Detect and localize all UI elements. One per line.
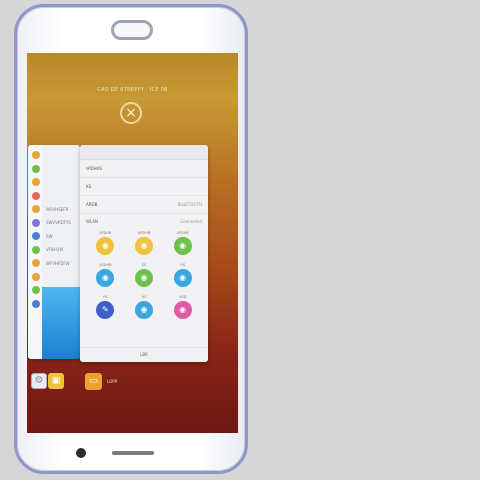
app-dot-icon [32,164,40,173]
app-dot-icon [32,178,40,186]
close-all-icon[interactable]: × [120,102,142,124]
blue-panel [42,287,80,359]
back-card-row: SWVVKDFYS [32,218,71,227]
quick-toggle-tile[interactable]: APDHB ◉ [86,231,125,255]
card-footer[interactable]: LBR [80,347,208,362]
app-dot-icon [32,151,40,159]
app-dot-icon [32,245,40,254]
back-card-row-label: VFW-UW [46,247,64,252]
back-card-row: VFW-UW [32,245,64,254]
app-dot-icon [32,299,40,308]
back-card-row-label: SWVVKDFYS [46,220,71,225]
settings-row-label: sPDHAS [86,166,102,171]
notes-app-icon: ▭ [85,373,102,390]
quick-toggle-label: HS [102,295,108,299]
quick-toggle-label: HS [141,295,147,299]
back-card-row [32,272,46,281]
rotation-icon: ◉ [173,301,192,319]
quick-toggle-label: HS [180,263,186,267]
quick-toggle-grid: APDHB ◉ APDHB ◉ APDHB ◉ ASDHB ◉ KS ◉ HS ◉ HS ✎ HS ◉ ASD ◉ [80,227,208,319]
back-card-row-label: RW [46,233,53,239]
wifi-icon: ◉ [96,237,115,255]
quick-toggle-label: APDHB [176,231,189,235]
back-card-row [32,151,46,159]
app-dot-icon [32,205,40,213]
sync-icon: ◉ [173,269,192,287]
settings-row-2[interactable]: KS [80,178,208,196]
quick-toggle-label: ASDHB [99,263,112,267]
settings-row-1[interactable]: sPDHAS [80,160,208,178]
app-dot-icon [32,191,40,200]
recent-app-card-back[interactable]: WSVHSEFR SWVVKDFYS RW VFW-UW WFVHFDFW [28,145,80,359]
back-card-row: WFVHFDFW [32,259,70,267]
gear-icon[interactable]: ⚙ [31,373,47,389]
earpiece-speaker [111,20,153,40]
back-card-row [32,191,46,200]
recent-app-card-settings[interactable]: sPDHAS KS ARDB BLUETOOTH WLAN Connected … [80,145,208,362]
app-tile-icon[interactable]: ▣ [48,373,64,389]
recents-header-text: CAO DE 6TREPPY · ICE 08 [97,87,168,93]
back-card-row-label: WFVHFDFW [46,260,70,266]
settings-row-label: ARDB [86,202,98,207]
back-card-row: WSVHSEFR [32,205,68,213]
quick-toggle-tile[interactable]: ASD ◉ [163,295,202,319]
settings-row-3[interactable]: ARDB BLUETOOTH [80,196,208,214]
settings-row-value: BLUETOOTH [177,202,202,207]
quick-toggle-tile[interactable]: HS ✎ [86,295,125,319]
back-card-row [32,164,46,173]
app-dot-icon [32,272,40,281]
app-dot-icon [32,218,40,227]
section-title: WLAN [86,219,99,224]
settings-row-label: KS [86,184,92,189]
quick-toggle-tile[interactable]: KS ◉ [125,263,164,287]
quick-toggle-label: APDHB [99,231,112,235]
section-status: Connected [180,219,202,224]
app-dot-icon [32,286,40,294]
dock-app-label: LOPP [107,379,118,384]
data-icon: ◉ [173,237,192,255]
front-camera-dot [76,448,86,458]
phone-frame: CAO DE 6TREPPY · ICE 08 × WSVHSEFR SWVVKD… [14,4,248,474]
quick-toggle-tile[interactable]: HS ◉ [163,263,202,287]
torch-icon: ✎ [96,301,115,319]
card-titlebar [80,145,208,160]
back-card-row-label: WSVHSEFR [46,206,69,212]
dock-app-item[interactable]: ▭ LOPP [85,373,117,390]
back-card-row [32,178,46,186]
quick-toggle-tile[interactable]: ASDHB ◉ [86,263,125,287]
quick-toggle-label: APDHB [137,231,151,235]
bluetooth-icon: ◉ [134,237,153,255]
screenshot-icon: ◉ [134,301,153,319]
hotspot-icon: ◉ [96,269,115,287]
app-dot-icon [32,259,40,267]
back-card-row: RW [32,232,53,240]
section-header: WLAN Connected [80,214,208,227]
quick-toggle-tile[interactable]: APDHB ◉ [163,231,202,255]
location-icon: ◉ [134,269,153,287]
quick-toggle-tile[interactable]: APDHB ◉ [125,231,164,255]
phone-screen: CAO DE 6TREPPY · ICE 08 × WSVHSEFR SWVVKD… [27,53,238,433]
bottom-speaker-bar [112,451,154,455]
quick-toggle-tile[interactable]: HS ◉ [125,295,164,319]
quick-toggle-label: ASD [179,295,187,299]
dock-left-icons: ⚙ ▣ [31,373,64,389]
quick-toggle-label: KS [141,263,147,267]
app-dot-icon [32,232,40,240]
